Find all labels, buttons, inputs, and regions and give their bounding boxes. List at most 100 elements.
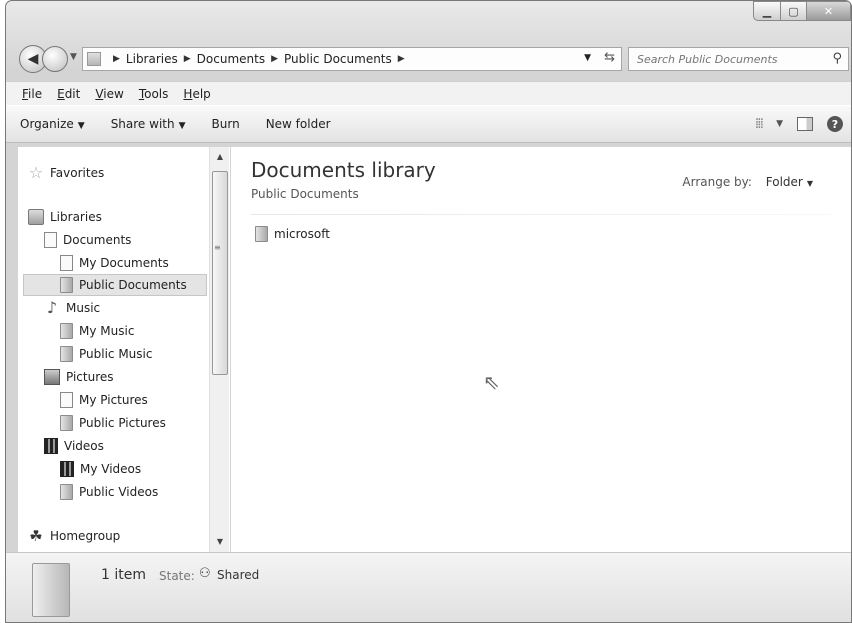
file-name: microsoft: [274, 227, 330, 241]
search-input[interactable]: [637, 52, 817, 66]
chevron-right-icon[interactable]: ▶: [398, 54, 405, 64]
navigation-pane: ☆ Favorites Libraries Documents My Docum…: [18, 147, 230, 552]
nav-libraries[interactable]: Libraries: [28, 206, 102, 228]
nav-favorites[interactable]: ☆ Favorites: [28, 162, 104, 184]
change-view-icon[interactable]: ⁞⁞⁞: [755, 116, 764, 132]
search-box[interactable]: ⚲: [628, 47, 849, 71]
breadcrumb-documents[interactable]: Documents: [197, 52, 265, 66]
menu-tools[interactable]: Tools: [139, 87, 169, 101]
nav-label: Public Videos: [79, 485, 159, 499]
breadcrumb-public-documents[interactable]: Public Documents: [284, 52, 392, 66]
nav-public-documents[interactable]: Public Documents: [23, 274, 207, 296]
folder-icon: [60, 277, 73, 293]
new-folder-button[interactable]: New folder: [266, 117, 331, 131]
nav-homegroup[interactable]: ☘ Homegroup: [28, 525, 120, 547]
mouse-cursor-icon: ⇖: [483, 370, 500, 394]
nav-videos[interactable]: Videos: [44, 435, 104, 457]
command-bar: Organize ▼ Share with ▼ Burn New folder ⁞⁞…: [6, 105, 851, 143]
close-button[interactable]: ✕: [807, 1, 851, 21]
menu-help[interactable]: Help: [183, 87, 210, 101]
list-item[interactable]: microsoft: [255, 226, 330, 242]
menu-edit[interactable]: Edit: [57, 87, 80, 101]
documents-icon: [44, 232, 57, 248]
nav-label: Public Pictures: [79, 416, 166, 430]
header-divider: [251, 214, 831, 215]
star-icon: ☆: [28, 163, 44, 182]
address-bar[interactable]: ▶ Libraries ▶ Documents ▶ Public Documen…: [82, 47, 622, 71]
search-icon[interactable]: ⚲: [832, 51, 842, 66]
chevron-right-icon[interactable]: ▶: [113, 54, 120, 64]
chevron-right-icon[interactable]: ▶: [184, 54, 191, 64]
nav-my-documents[interactable]: My Documents: [60, 252, 169, 274]
organize-label: Organize: [20, 117, 74, 131]
library-subtitle: Public Documents: [251, 187, 359, 201]
address-dropdown-icon[interactable]: ▼: [584, 53, 591, 63]
video-folder-icon: [60, 461, 74, 477]
music-note-icon: ♪: [46, 298, 58, 317]
nav-public-pictures[interactable]: Public Pictures: [60, 412, 166, 434]
menu-view[interactable]: View: [95, 87, 123, 101]
film-icon: [44, 438, 58, 454]
menu-file[interactable]: File: [22, 87, 42, 101]
organize-button[interactable]: Organize ▼: [20, 117, 85, 131]
nav-label: Homegroup: [50, 529, 121, 543]
breadcrumb-libraries[interactable]: Libraries: [126, 52, 178, 66]
arrange-by: Arrange by: Folder ▼: [682, 175, 813, 189]
nav-documents[interactable]: Documents: [44, 229, 131, 251]
burn-button[interactable]: Burn: [212, 117, 240, 131]
nav-public-music[interactable]: Public Music: [60, 343, 152, 365]
nav-label: Pictures: [66, 370, 114, 384]
scroll-up-icon[interactable]: ▲: [210, 149, 230, 165]
nav-label: My Videos: [80, 462, 142, 476]
nav-public-videos[interactable]: Public Videos: [60, 481, 158, 503]
item-count: 1 item: [101, 567, 146, 583]
menu-bar: File Edit View Tools Help: [6, 81, 851, 105]
preview-pane-icon[interactable]: [797, 117, 813, 131]
explorer-window: ▁ ▢ ✕ ◀ ▼ ▶ Libraries ▶ Documents ▶ Publ…: [5, 0, 852, 623]
nav-label: Public Music: [79, 347, 153, 361]
nav-label: Public Documents: [79, 278, 187, 292]
folder-icon: [255, 226, 268, 242]
back-arrow-icon: ◀: [27, 51, 39, 67]
address-row: ◀ ▼ ▶ Libraries ▶ Documents ▶ Public Doc…: [6, 39, 851, 73]
nav-label: My Pictures: [79, 393, 148, 407]
help-icon[interactable]: ?: [827, 116, 843, 132]
folder-thumbnail-icon: [32, 563, 70, 617]
folder-icon: [60, 484, 73, 500]
nav-label: Music: [66, 301, 101, 315]
state-value: Shared: [217, 568, 260, 582]
arrange-by-dropdown[interactable]: Folder ▼: [766, 175, 813, 189]
recent-pages-dropdown[interactable]: ▼: [70, 52, 77, 62]
nav-label: My Documents: [79, 256, 169, 270]
nav-my-music[interactable]: My Music: [60, 320, 134, 342]
nav-label: Videos: [64, 439, 104, 453]
share-with-button[interactable]: Share with ▼: [111, 117, 186, 131]
file-list-pane: Documents library Public Documents Arran…: [230, 147, 851, 552]
arrange-label: Arrange by:: [682, 175, 752, 189]
minimize-button[interactable]: ▁: [753, 1, 781, 21]
window-controls: ▁ ▢ ✕: [753, 1, 851, 21]
nav-my-videos[interactable]: My Videos: [60, 458, 141, 480]
refresh-icon[interactable]: ⇆: [604, 50, 615, 65]
chevron-down-icon: ▼: [806, 179, 813, 188]
scroll-down-icon[interactable]: ▼: [210, 534, 230, 550]
maximize-button[interactable]: ▢: [781, 1, 807, 21]
nav-label: My Music: [79, 324, 135, 338]
folder-icon: [60, 346, 73, 362]
nav-pictures[interactable]: Pictures: [44, 366, 114, 388]
shared-users-icon: ⚇: [199, 566, 211, 581]
chevron-right-icon[interactable]: ▶: [271, 54, 278, 64]
nav-label: Libraries: [50, 210, 102, 224]
scrollbar-thumb[interactable]: [212, 171, 228, 375]
view-dropdown-icon[interactable]: ▼: [776, 119, 783, 129]
state-label: State:: [159, 569, 195, 583]
music-folder-icon: [60, 323, 73, 339]
navigation-scrollbar[interactable]: ▲ ≡ ▼: [209, 147, 229, 552]
forward-button[interactable]: [42, 46, 68, 72]
folder-icon: [60, 415, 73, 431]
nav-my-pictures[interactable]: My Pictures: [60, 389, 148, 411]
toolbar-right: ⁞⁞⁞ ▼ ?: [755, 116, 843, 132]
share-with-label: Share with: [110, 117, 175, 131]
arrange-value: Folder: [765, 175, 803, 189]
nav-music[interactable]: ♪ Music: [44, 297, 100, 319]
